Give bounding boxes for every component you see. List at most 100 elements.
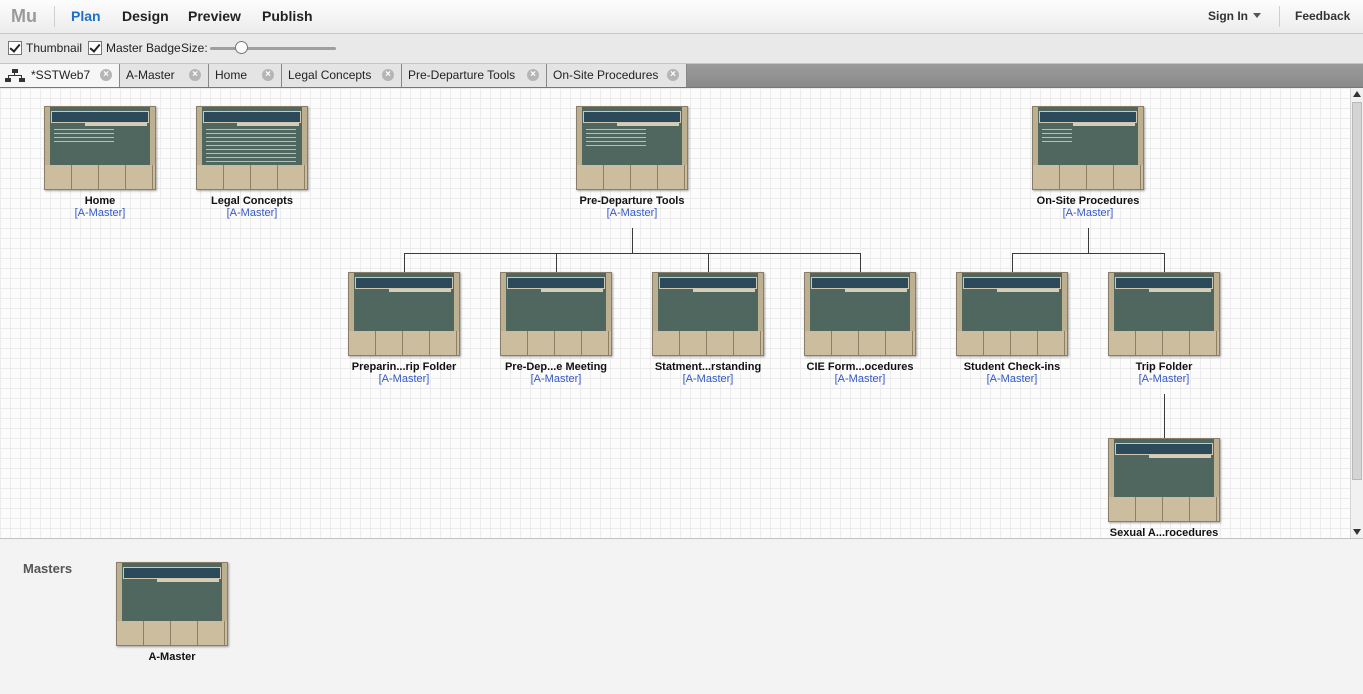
close-icon[interactable]: × bbox=[667, 69, 679, 81]
page-name[interactable]: On-Site Procedures bbox=[1032, 195, 1144, 207]
page-node-student-check-ins[interactable]: Student Check-ins [A-Master] bbox=[956, 272, 1068, 385]
page-thumbnail[interactable] bbox=[44, 106, 156, 190]
master-badge[interactable]: [A-Master] bbox=[44, 207, 156, 219]
sitemap-icon bbox=[5, 69, 25, 82]
thumbnail-checkbox[interactable] bbox=[8, 41, 22, 55]
tab-label: Pre-Departure Tools bbox=[408, 68, 516, 82]
master-badge[interactable]: [A-Master] bbox=[956, 373, 1068, 385]
tab-a-master[interactable]: A-Master × bbox=[120, 64, 209, 87]
tab-home[interactable]: Home × bbox=[209, 64, 282, 87]
page-name[interactable]: Student Check-ins bbox=[956, 361, 1068, 373]
page-thumbnail[interactable] bbox=[1032, 106, 1144, 190]
page-name[interactable]: Trip Folder bbox=[1108, 361, 1220, 373]
page-node-trip-folder[interactable]: Trip Folder [A-Master] bbox=[1108, 272, 1220, 385]
masters-label: Masters bbox=[23, 561, 73, 576]
connector-line bbox=[860, 253, 861, 272]
tab-sitemap[interactable]: *SSTWeb7 × bbox=[0, 64, 120, 87]
page-node-on-site-procedures[interactable]: On-Site Procedures [A-Master] bbox=[1032, 106, 1144, 219]
tab-on-site-procedures[interactable]: On-Site Procedures × bbox=[547, 64, 687, 87]
connector-line bbox=[404, 253, 861, 254]
master-badge[interactable]: [A-Master] bbox=[1032, 207, 1144, 219]
master-badge[interactable]: [A-Master] bbox=[804, 373, 916, 385]
document-tab-bar: *SSTWeb7 × A-Master × Home × Legal Conce… bbox=[0, 64, 1363, 88]
master-badge[interactable]: [A-Master] bbox=[1108, 373, 1220, 385]
tab-pre-departure-tools[interactable]: Pre-Departure Tools × bbox=[402, 64, 547, 87]
preview-mode-button[interactable]: Preview bbox=[188, 8, 241, 24]
feedback-button[interactable]: Feedback bbox=[1295, 9, 1350, 23]
page-name[interactable]: Statment...rstanding bbox=[652, 361, 764, 373]
sign-in-label: Sign In bbox=[1208, 9, 1248, 23]
page-name[interactable]: Preparin...rip Folder bbox=[348, 361, 460, 373]
page-thumbnail[interactable] bbox=[804, 272, 916, 356]
tab-label: Home bbox=[215, 68, 248, 82]
page-thumbnail[interactable] bbox=[348, 272, 460, 356]
page-node-pre-departure-meeting[interactable]: Pre-Dep...e Meeting [A-Master] bbox=[500, 272, 612, 385]
sign-in-menu[interactable]: Sign In bbox=[1208, 9, 1261, 23]
page-node-legal-concepts[interactable]: Legal Concepts [A-Master] bbox=[196, 106, 308, 219]
vertical-scrollbar[interactable] bbox=[1350, 88, 1363, 538]
page-thumbnail[interactable] bbox=[196, 106, 308, 190]
close-icon[interactable]: × bbox=[189, 69, 201, 81]
tab-label: Legal Concepts bbox=[288, 68, 372, 82]
master-thumbnail[interactable] bbox=[116, 562, 228, 646]
page-name[interactable]: Pre-Departure Tools bbox=[576, 195, 688, 207]
size-label: Size: bbox=[181, 41, 208, 55]
masters-panel: Masters A-Master bbox=[0, 538, 1363, 694]
tab-label: *SSTWeb7 bbox=[31, 68, 91, 82]
master-node-a-master[interactable]: A-Master bbox=[116, 562, 228, 663]
close-icon[interactable]: × bbox=[100, 69, 112, 81]
page-name[interactable]: Sexual A...rocedures bbox=[1108, 527, 1220, 538]
master-badge-checkbox[interactable] bbox=[88, 41, 102, 55]
page-thumbnail[interactable] bbox=[500, 272, 612, 356]
master-badge[interactable]: [A-Master] bbox=[196, 207, 308, 219]
connector-line bbox=[708, 253, 709, 272]
divider bbox=[1279, 6, 1280, 27]
master-badge[interactable]: [A-Master] bbox=[348, 373, 460, 385]
page-node-preparing-trip-folder[interactable]: Preparin...rip Folder [A-Master] bbox=[348, 272, 460, 385]
tab-label: On-Site Procedures bbox=[553, 68, 659, 82]
plan-options-bar: Thumbnail Master Badge Size: bbox=[0, 34, 1363, 64]
page-thumbnail[interactable] bbox=[652, 272, 764, 356]
page-thumbnail[interactable] bbox=[1108, 272, 1220, 356]
master-badge-label: Master Badge bbox=[106, 41, 181, 55]
design-mode-button[interactable]: Design bbox=[122, 8, 169, 24]
sitemap-canvas[interactable]: Home [A-Master] Legal Concepts [A-Master… bbox=[0, 88, 1350, 538]
master-badge[interactable]: [A-Master] bbox=[652, 373, 764, 385]
close-icon[interactable]: × bbox=[527, 69, 539, 81]
thumbnail-label: Thumbnail bbox=[26, 41, 83, 55]
close-icon[interactable]: × bbox=[382, 69, 394, 81]
size-slider-track[interactable] bbox=[210, 47, 336, 50]
muse-logo: Mu bbox=[11, 6, 37, 26]
connector-line bbox=[1012, 253, 1165, 254]
page-node-cie-form-procedures[interactable]: CIE Form...ocedures [A-Master] bbox=[804, 272, 916, 385]
page-node-statement-of-understanding[interactable]: Statment...rstanding [A-Master] bbox=[652, 272, 764, 385]
connector-line bbox=[556, 253, 557, 272]
page-thumbnail[interactable] bbox=[956, 272, 1068, 356]
scroll-down-icon[interactable] bbox=[1353, 529, 1361, 535]
page-node-pre-departure-tools[interactable]: Pre-Departure Tools [A-Master] bbox=[576, 106, 688, 219]
page-name[interactable]: CIE Form...ocedures bbox=[804, 361, 916, 373]
page-thumbnail[interactable] bbox=[576, 106, 688, 190]
page-name[interactable]: Legal Concepts bbox=[196, 195, 308, 207]
application-bar: Mu Plan Design Preview Publish Sign In F… bbox=[0, 0, 1363, 34]
close-icon[interactable]: × bbox=[262, 69, 274, 81]
master-name[interactable]: A-Master bbox=[116, 651, 228, 663]
tab-legal-concepts[interactable]: Legal Concepts × bbox=[282, 64, 402, 87]
master-badge[interactable]: [A-Master] bbox=[500, 373, 612, 385]
page-node-sexual-assault-procedures[interactable]: Sexual A...rocedures bbox=[1108, 438, 1220, 538]
master-badge[interactable]: [A-Master] bbox=[576, 207, 688, 219]
publish-mode-button[interactable]: Publish bbox=[262, 8, 313, 24]
page-node-home[interactable]: Home [A-Master] bbox=[44, 106, 156, 219]
plan-mode-button[interactable]: Plan bbox=[71, 8, 101, 24]
page-name[interactable]: Pre-Dep...e Meeting bbox=[500, 361, 612, 373]
size-slider-handle[interactable] bbox=[235, 41, 248, 54]
scrollbar-thumb[interactable] bbox=[1352, 102, 1362, 480]
scroll-up-icon[interactable] bbox=[1353, 91, 1361, 97]
connector-line bbox=[632, 228, 633, 253]
page-name[interactable]: Home bbox=[44, 195, 156, 207]
tab-label: A-Master bbox=[126, 68, 175, 82]
page-thumbnail[interactable] bbox=[1108, 438, 1220, 522]
connector-line bbox=[1088, 228, 1089, 253]
connector-line bbox=[1164, 253, 1165, 272]
connector-line bbox=[1164, 394, 1165, 438]
